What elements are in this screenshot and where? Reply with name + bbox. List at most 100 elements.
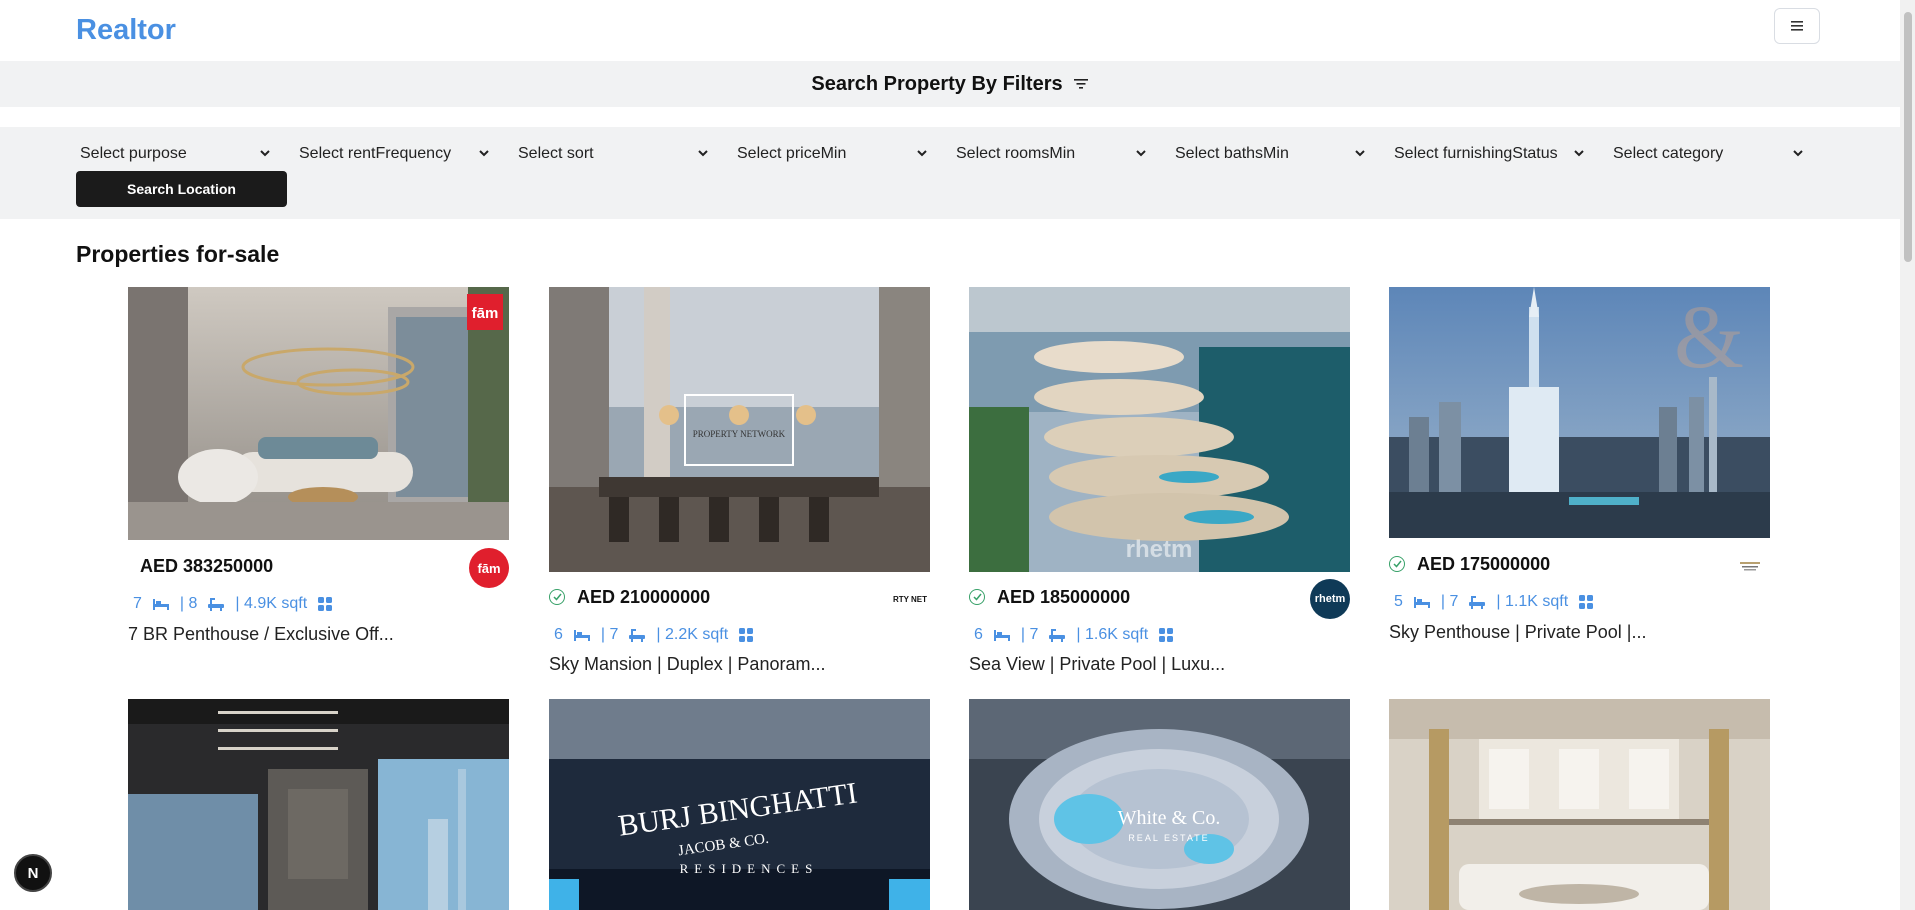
bed-icon <box>1413 595 1431 609</box>
image-watermark: White & Co. <box>1118 807 1221 829</box>
property-title: Sky Penthouse | Private Pool |... <box>1389 622 1647 642</box>
property-title: Sky Mansion | Duplex | Panoram... <box>549 654 826 674</box>
property-price: AED 175000000 <box>1417 554 1551 574</box>
image-watermark: PROPERTY NETWORK <box>693 429 786 439</box>
rooms-count: 6 <box>554 626 563 643</box>
search-location-button[interactable]: Search Location <box>76 171 287 207</box>
select-price-min-label: Select priceMin <box>737 145 847 162</box>
agency-logo-icon <box>1740 562 1760 571</box>
bed-icon <box>993 628 1011 642</box>
chevron-down-icon <box>1573 147 1585 159</box>
agency-logo[interactable]: fām <box>469 548 509 588</box>
property-card[interactable]: White & Co. REAL ESTATE <box>969 699 1350 910</box>
property-image[interactable] <box>128 699 509 910</box>
navbar: Realtor <box>0 0 1900 61</box>
select-purpose-label: Select purpose <box>80 145 187 162</box>
property-title: 7 BR Penthouse / Exclusive Off... <box>128 624 394 644</box>
property-image[interactable]: rhetm <box>969 287 1350 572</box>
chevron-down-icon <box>1354 147 1366 159</box>
scrollbar[interactable] <box>1900 0 1915 910</box>
agency-name: fām <box>477 560 501 576</box>
agency-name: RTY NET <box>892 594 928 604</box>
agency-logo[interactable] <box>1730 546 1770 586</box>
chevron-down-icon <box>478 147 490 159</box>
chevron-down-icon <box>697 147 709 159</box>
image-watermark: RESIDENCES <box>680 861 819 876</box>
chevron-down-icon <box>1792 147 1804 159</box>
select-rent-frequency-label: Select rentFrequency <box>299 145 452 162</box>
property-image[interactable]: BURJ BINGHATTI JACOB & CO. RESIDENCES <box>549 699 930 910</box>
page: Realtor Search Property By Filters Selec… <box>0 0 1915 910</box>
select-rooms-min[interactable]: Select roomsMin <box>952 139 1147 169</box>
grid-icon <box>1578 594 1594 610</box>
area-value: | 1.6K sqft <box>1076 626 1149 643</box>
select-purpose[interactable]: Select purpose <box>76 139 271 169</box>
select-price-min[interactable]: Select priceMin <box>733 139 928 169</box>
agency-watermark-text: fām <box>472 305 499 322</box>
property-image[interactable]: fām <box>128 287 509 540</box>
select-rent-frequency[interactable]: Select rentFrequency <box>295 139 490 169</box>
property-title: Sea View | Private Pool | Luxu... <box>969 654 1226 674</box>
property-stats: 6 | 7 | 2.2K sqft <box>554 626 754 644</box>
select-baths-min-label: Select bathsMin <box>1175 145 1289 162</box>
bath-icon <box>1468 594 1486 610</box>
hamburger-menu-button[interactable] <box>1774 8 1820 44</box>
property-price: AED 210000000 <box>577 587 711 607</box>
property-image[interactable]: PROPERTY NETWORK <box>549 287 930 572</box>
property-card[interactable]: PROPERTY NETWORK AED 210000000 RTY NET 6… <box>549 287 930 687</box>
filters-title: Search Property By Filters <box>811 72 1063 95</box>
property-card[interactable]: fām AED 383250000 fām 7 | 8 | 4.9K sqft … <box>128 287 509 657</box>
property-price: AED 383250000 <box>140 556 274 576</box>
bed-icon <box>152 597 170 611</box>
filters-toggle[interactable]: Search Property By Filters <box>0 61 1900 107</box>
dev-badge-letter: N <box>27 864 39 882</box>
brand-logo[interactable]: Realtor <box>76 14 176 47</box>
verified-check-icon <box>969 589 985 605</box>
price-row: AED 175000000 <box>1389 546 1770 586</box>
property-image[interactable] <box>1389 699 1770 910</box>
bath-icon <box>207 596 225 612</box>
bath-icon <box>1048 627 1066 643</box>
price-row: AED 383250000 fām <box>128 548 509 588</box>
rooms-count: 6 <box>974 626 983 643</box>
chevron-down-icon <box>259 147 271 159</box>
price-row: AED 185000000 rhetm <box>969 579 1350 619</box>
scrollbar-thumb[interactable] <box>1904 12 1912 262</box>
price-row: AED 210000000 RTY NET <box>549 579 930 619</box>
filter-icon <box>1073 77 1089 91</box>
area-value: | 1.1K sqft <box>1496 593 1569 610</box>
property-image[interactable]: & <box>1389 287 1770 538</box>
select-furnishing-status[interactable]: Select furnishingStatus <box>1390 139 1585 169</box>
agency-logo[interactable]: rhetm <box>1310 579 1350 619</box>
dev-badge[interactable]: N <box>14 854 52 892</box>
area-value: | 4.9K sqft <box>235 595 308 612</box>
agency-name: rhetm <box>1314 593 1346 605</box>
bed-icon <box>573 628 591 642</box>
select-furnishing-status-label: Select furnishingStatus <box>1394 145 1558 162</box>
select-category-label: Select category <box>1613 145 1724 162</box>
image-watermark: REAL ESTATE <box>1128 833 1209 843</box>
area-value: | 2.2K sqft <box>656 626 729 643</box>
agency-logo[interactable]: RTY NET <box>890 579 930 619</box>
property-card[interactable] <box>128 699 509 910</box>
svg-text:&: & <box>1674 288 1744 387</box>
property-stats: 5 | 7 | 1.1K sqft <box>1394 593 1594 611</box>
verified-check-icon <box>1389 556 1405 572</box>
hamburger-icon <box>1791 21 1803 31</box>
baths-count: | 7 <box>1020 626 1039 643</box>
property-card[interactable]: rhetm AED 185000000 rhetm 6 | 7 | 1.6K s… <box>969 287 1350 687</box>
baths-count: | 8 <box>179 595 198 612</box>
property-card[interactable]: & AED 175000000 5 | 7 | 1.1K sqft Sky Pe… <box>1389 287 1770 657</box>
select-sort[interactable]: Select sort <box>514 139 709 169</box>
property-card[interactable] <box>1389 699 1770 910</box>
select-rooms-min-label: Select roomsMin <box>956 145 1076 162</box>
select-category[interactable]: Select category <box>1609 139 1804 169</box>
property-card[interactable]: BURJ BINGHATTI JACOB & CO. RESIDENCES <box>549 699 930 910</box>
image-watermark: rhetm <box>1126 536 1193 563</box>
chevron-down-icon <box>916 147 928 159</box>
select-baths-min[interactable]: Select bathsMin <box>1171 139 1366 169</box>
baths-count: | 7 <box>600 626 619 643</box>
rooms-count: 7 <box>133 595 142 612</box>
property-stats: 7 | 8 | 4.9K sqft <box>133 595 333 613</box>
property-image[interactable]: White & Co. REAL ESTATE <box>969 699 1350 910</box>
